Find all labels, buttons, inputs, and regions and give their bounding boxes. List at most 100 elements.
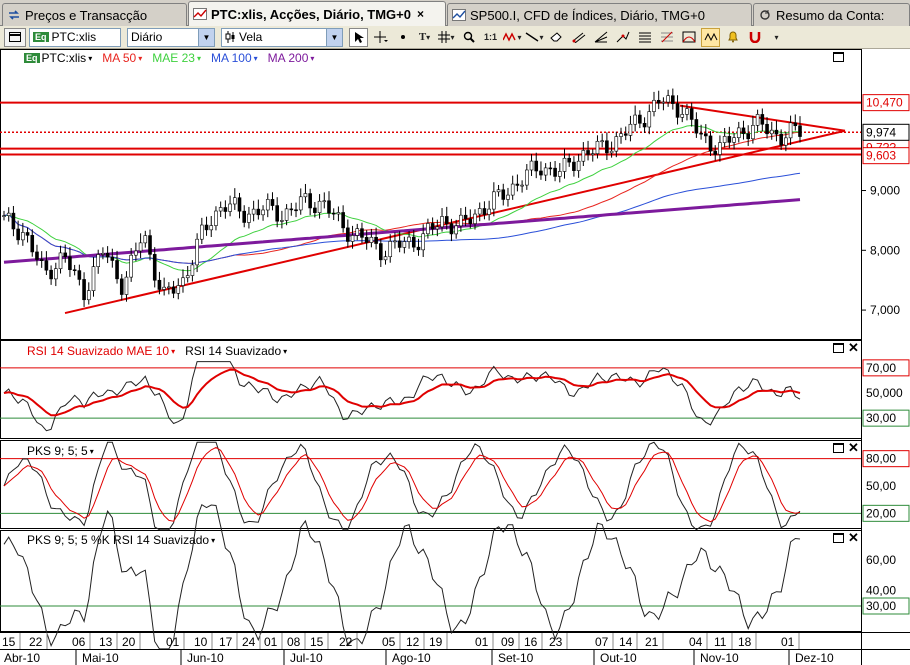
legend-rsi[interactable]: RSI 14 Suavizado [185,344,281,358]
candle-body [633,114,637,125]
candle-body [54,268,58,280]
candle-body [605,140,609,154]
tool-e-button[interactable] [657,28,676,47]
legend-pks-rsi[interactable]: PKS 9; 5; 5 %K RSI 14 Suavizado [27,533,209,547]
candle-body [148,235,152,255]
candle-body [619,133,623,137]
candle-body [685,108,689,115]
tool-a-button[interactable] [569,28,588,47]
candle-body [581,150,586,162]
magnet-button[interactable] [745,28,764,47]
legend-rsi-mae-dropdown[interactable]: ▾ [171,347,175,356]
legend-symbol-dropdown[interactable]: ▾ [88,54,92,63]
legend-pks-dropdown[interactable]: ▾ [90,447,94,456]
candle-body [157,279,162,290]
text-tool-button[interactable]: T ▾ [415,28,434,47]
legend-ma200[interactable]: MA 200 [268,51,309,65]
candle-body [534,160,539,172]
close-icon[interactable]: × [417,7,424,21]
candle-body [176,285,181,294]
tool-c-button[interactable] [613,28,632,47]
legend-pks-rsi-dropdown[interactable]: ▾ [211,536,215,545]
candle-body [16,228,20,241]
close-pane-icon[interactable]: ✕ [848,341,859,354]
tab-prices-transactions[interactable]: Preços e Transacção [2,3,187,26]
indicator-button[interactable]: ▾ [503,28,522,47]
candle-body [82,279,86,301]
symbol-select[interactable]: Eq PTC:xlis [29,27,121,47]
candle-body [449,223,454,235]
day-label: 15 [310,635,324,649]
candle-body [115,260,119,280]
legend-pks[interactable]: PKS 9; 5; 5 [27,444,88,458]
candle-body [779,133,783,146]
maximize-pane-icon[interactable] [833,52,844,62]
candle-body [661,101,666,104]
candle-body [562,157,567,172]
close-pane-icon[interactable]: ✕ [848,441,859,454]
grid-button[interactable]: ▾ [437,28,456,47]
chart-style-select[interactable]: Vela ▼ [221,27,343,47]
candle-body [223,207,228,212]
candle-body [275,205,279,222]
candle-body [666,95,670,103]
maximize-pane-icon[interactable] [833,443,844,453]
alert-button[interactable] [723,28,742,47]
candle-body [426,223,430,235]
legend-ma100[interactable]: MA 100 [211,51,252,65]
day-label: 09 [501,635,515,649]
day-label: 08 [287,635,301,649]
legend-mae23[interactable]: MAE 23 [152,51,195,65]
ratio-button[interactable]: 1:1 [481,28,500,47]
candle-body [614,136,619,152]
candle-body [468,218,473,224]
zoom-button[interactable] [459,28,478,47]
eraser-button[interactable] [547,28,566,47]
legend-symbol[interactable]: PTC:xlis [42,51,87,65]
candle-body [736,127,741,138]
maximize-pane-icon[interactable] [833,343,844,353]
text-icon: T [418,31,427,43]
crosshair-button[interactable] [371,28,390,47]
toolbar-overflow-button[interactable]: ▾ [767,28,786,47]
osc-axis-label: 60,00 [866,553,896,567]
legend-mae23-dropdown[interactable]: ▾ [197,54,201,63]
period-select[interactable]: Diário ▼ [127,27,215,47]
candle-body [101,252,105,255]
maximize-pane-icon[interactable] [833,533,844,543]
dot-tool-button[interactable] [393,28,412,47]
day-label: 13 [99,635,113,649]
legend-ma50[interactable]: MA 50 [102,51,136,65]
tab-ptc-chart[interactable]: PTC:xlis, Acções, Diário, TMG+0 × [188,1,446,26]
trendline-button[interactable]: ▾ [525,28,544,47]
pks-legend: PKS 9; 5; 5 ▾ [27,444,100,458]
candle-body [336,212,341,215]
legend-rsi-mae[interactable]: RSI 14 Suavizado MAE 10 [27,344,169,358]
close-pane-icon[interactable]: ✕ [848,531,859,544]
tool-g-button[interactable] [701,27,720,47]
ma50-line [3,131,801,264]
legend-rsi-dropdown[interactable]: ▾ [283,347,287,356]
legend-ma50-dropdown[interactable]: ▾ [138,54,142,63]
tool-b-button[interactable] [591,28,610,47]
grid-icon [438,31,451,43]
rsi-line [3,361,801,432]
candle-body [416,246,421,251]
candle-body [77,270,82,280]
symbol-value: PTC:xlis [51,30,97,44]
legend-ma200-dropdown[interactable]: ▾ [310,54,314,63]
candle-body [270,199,275,206]
tab-sp500-chart[interactable]: SP500.I, CFD de Índices, Diário, TMG+0 [447,3,752,26]
day-label: 23 [549,635,563,649]
chevron-down-icon: ▼ [198,28,214,46]
cursor-tool-button[interactable] [349,27,368,47]
tab-account-summary[interactable]: Resumo da Conta: [753,3,910,26]
candle-body [793,122,798,127]
time-axis: 15 22 06 13 20 01 10 17 24 01 08 15 22 05 12 19 01 09 16 23… [0,633,910,665]
tool-f-button[interactable] [679,28,698,47]
candle-body [529,160,534,171]
tool-d-button[interactable] [635,28,654,47]
day-label: 01 [475,635,489,649]
legend-ma100-dropdown[interactable]: ▾ [254,54,258,63]
add-pane-button[interactable] [4,27,26,47]
